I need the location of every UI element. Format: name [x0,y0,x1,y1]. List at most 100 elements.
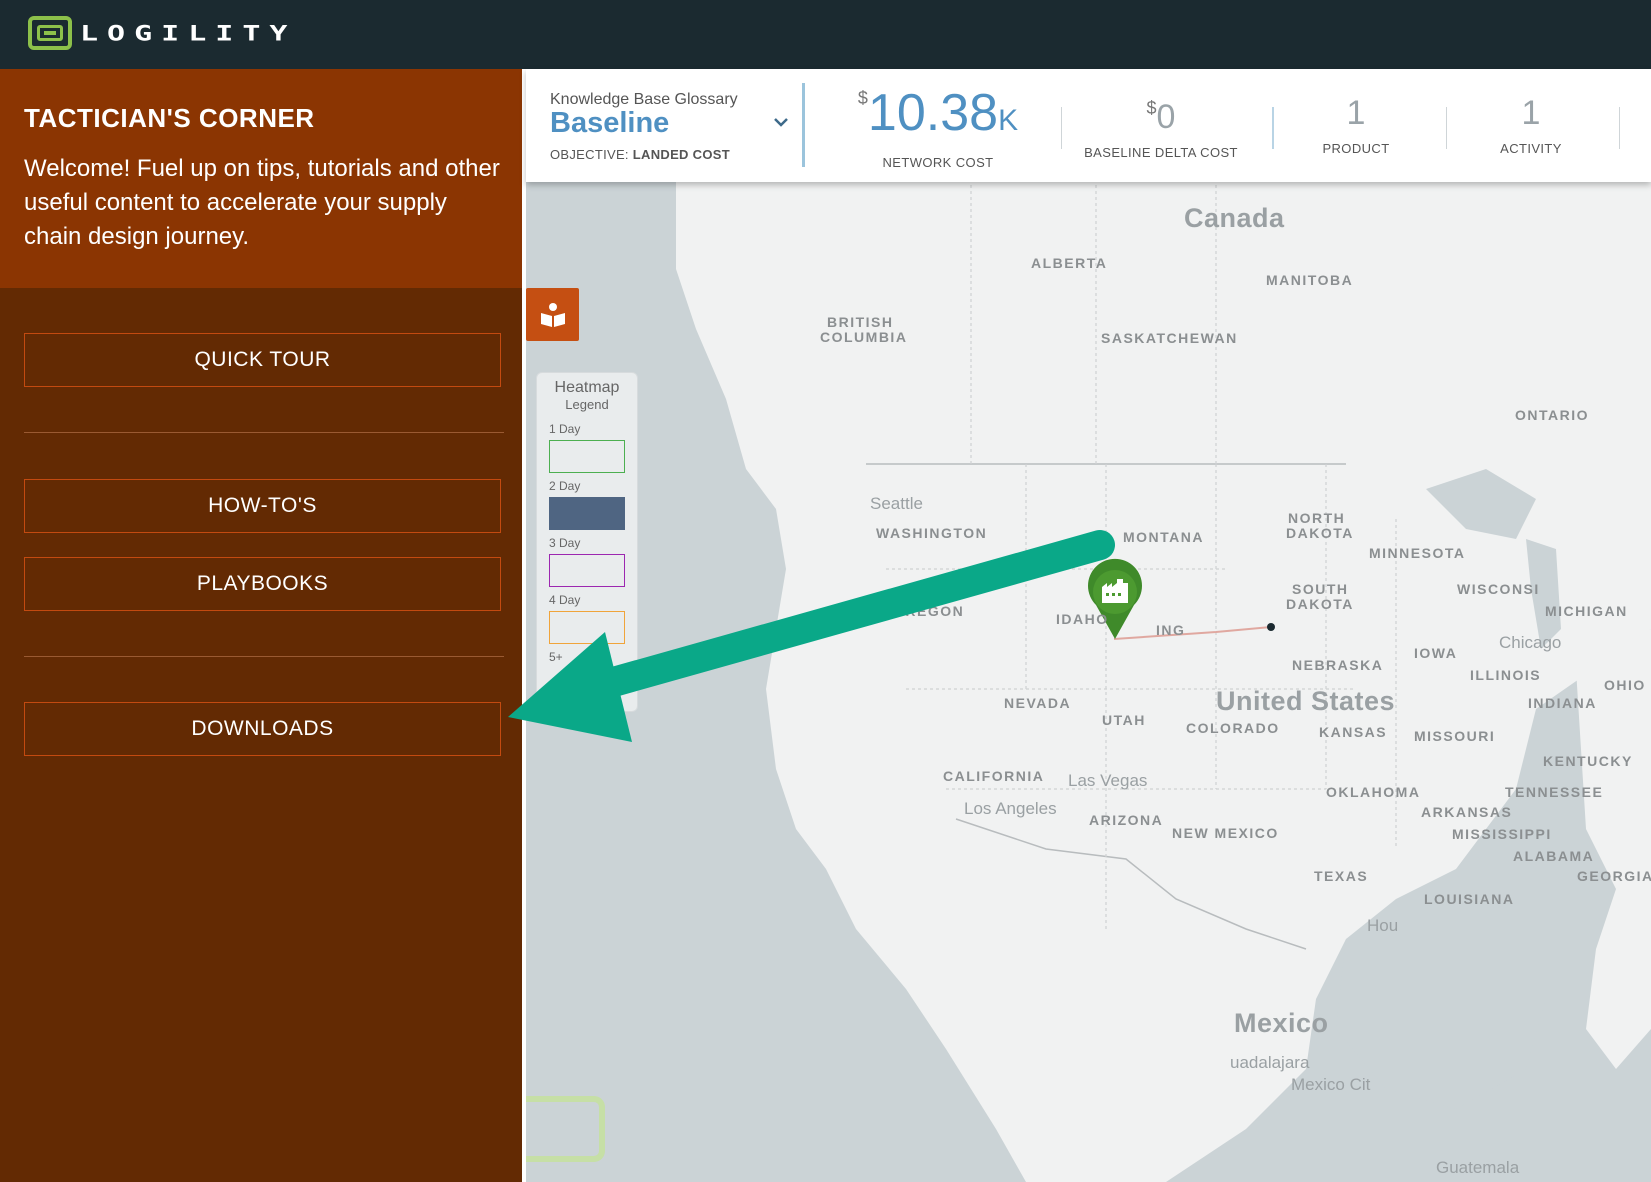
divider [802,83,805,167]
label-california: CALIFORNIA [943,768,1045,784]
legend-title: Heatmap [554,379,620,396]
book-reader-icon [540,302,565,327]
legend-item: 4 Day [549,593,625,644]
legend-item: 2 Day [549,479,625,530]
legend-swatch [549,497,625,530]
product-count: 1 [1346,94,1366,132]
label-manitoba: MANITOBA [1266,272,1354,288]
legend-item-label: 4 Day [549,593,581,607]
label-arkansas: ARKANSAS [1421,804,1513,820]
divider [24,656,504,657]
label-mexico: Mexico [1234,1008,1329,1038]
product-metric[interactable]: 1 PRODUCT [1286,93,1426,156]
label-nevada: NEVADA [1004,695,1072,711]
label-tennessee: TENNESSEE [1505,784,1604,800]
label-mississippi: MISSISSIPPI [1452,826,1552,842]
label-north: NORTH [1288,510,1346,526]
quick-tour-button[interactable]: QUICK TOUR [24,333,501,387]
label-minnesota: MINNESOTA [1369,545,1466,561]
activity-label: ACTIVITY [1500,141,1562,156]
legend-item: 3 Day [549,536,625,587]
label-new-mexico: NEW MEXICO [1172,825,1279,841]
label-alberta: ALBERTA [1031,255,1108,271]
divider [1272,107,1274,149]
legend-item-label: 5+ [549,650,563,664]
label-united-states: United States [1216,686,1396,716]
objective-label: OBJECTIVE: [550,147,629,162]
label-montana: MONTANA [1123,529,1205,545]
label-kentucky: KENTUCKY [1543,753,1633,769]
scenario-metrics-bar: Knowledge Base Glossary Baseline OBJECTI… [526,69,1651,182]
currency-symbol: $ [857,88,868,108]
label-louisiana: LOUISIANA [1424,891,1515,907]
label-canada: Canada [1184,203,1285,233]
activity-metric[interactable]: 1 ACTIVITY [1461,93,1601,156]
label-north-dakota: DAKOTA [1286,525,1354,541]
panel-header: TACTICIAN'S CORNER Welcome! Fuel up on t… [0,69,525,288]
label-texas: TEXAS [1314,868,1369,884]
objective-text: OBJECTIVE: LANDED COST [550,147,730,162]
label-kansas: KANSAS [1319,724,1388,740]
label-wisconsin: WISCONSI [1457,581,1540,597]
label-wyoming: ING [1156,622,1186,638]
label-idaho: IDAHO [1056,611,1109,627]
legend-swatch [549,611,625,644]
divider [1061,107,1062,149]
label-seattle: Seattle [870,494,923,513]
map-watermark-logo [526,1096,605,1162]
legend-swatch [549,440,625,473]
tacticians-corner-panel: TACTICIAN'S CORNER Welcome! Fuel up on t… [0,69,525,1182]
heatmap-legend: Heatmap Legend 1 Day 2 Day 3 Day 4 Day 5+ [536,372,638,712]
label-oregon: OREGON [893,603,965,619]
legend-swatch [549,554,625,587]
label-south-dakota: DAKOTA [1286,596,1354,612]
downloads-button[interactable]: DOWNLOADS [24,702,501,756]
legend-item-label: 1 Day [549,422,581,436]
label-columbia: COLUMBIA [820,329,908,345]
label-washington: WASHINGTON [876,525,988,541]
label-nebraska: NEBRASKA [1292,657,1384,673]
map-view[interactable]: Canada ALBERTA MANITOBA BRITISH COLUMBIA… [526,69,1651,1182]
legend-subtitle: Legend [565,397,609,412]
label-las-vegas: Las Vegas [1068,771,1148,790]
label-iowa: IOWA [1414,645,1458,661]
label-colorado: COLORADO [1186,720,1280,736]
panel-welcome-text: Welcome! Fuel up on tips, tutorials and … [24,155,500,250]
logility-logo-icon [28,16,72,50]
chevron-down-icon[interactable] [772,113,790,131]
label-guatemala: Guatemala [1436,1158,1520,1177]
baseline-delta-value: 0 [1156,98,1176,136]
baseline-delta-label: BASELINE DELTA COST [1084,145,1238,160]
legend-items: 1 Day 2 Day 3 Day 4 Day 5+ [549,422,625,664]
label-chicago: Chicago [1499,633,1562,652]
logility-logo[interactable]: LOGILITY [28,16,297,50]
label-ontario: ONTARIO [1515,407,1590,423]
legend-item: 5+ [549,650,625,664]
currency-symbol: $ [1146,98,1157,118]
customer-node[interactable] [1267,623,1275,631]
logo-text: LOGILITY [80,20,297,46]
how-tos-button[interactable]: HOW-TO'S [24,479,501,533]
network-cost-value: 10.38 [867,84,999,142]
tacticians-corner-tab[interactable] [526,288,579,341]
activity-count: 1 [1521,94,1541,132]
network-cost-label: NETWORK COST [882,155,994,170]
legend-item-label: 3 Day [549,536,581,550]
label-michigan: MICHIGAN [1545,603,1628,619]
baseline-delta-metric: $0 BASELINE DELTA COST [1066,97,1256,160]
scenario-name[interactable]: Baseline [550,107,669,140]
label-missouri: MISSOURI [1414,728,1496,744]
label-illinois: ILLINOIS [1470,667,1542,683]
label-utah: UTAH [1102,712,1146,728]
playbooks-button[interactable]: PLAYBOOKS [24,557,501,611]
label-oklahoma: OKLAHOMA [1326,784,1421,800]
label-georgia: GEORGIA [1577,868,1651,884]
label-indiana: INDIANA [1528,695,1597,711]
label-british: BRITISH [827,314,894,330]
label-los-angeles: Los Angeles [964,799,1057,818]
label-ohio: OHIO [1604,677,1646,693]
label-south: SOUTH [1292,581,1349,597]
network-cost-suffix: K [998,104,1019,137]
label-mexico-city: Mexico Cit [1291,1075,1371,1094]
product-label: PRODUCT [1322,141,1390,156]
